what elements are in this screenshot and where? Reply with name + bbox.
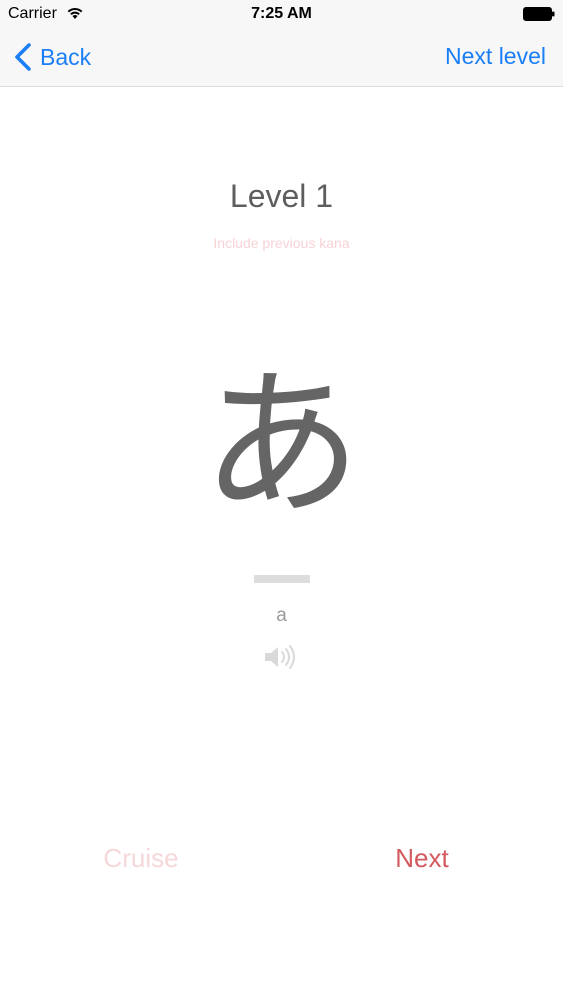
speaker-icon[interactable] (263, 644, 301, 670)
navigation-bar: Back Next level (0, 28, 563, 87)
level-title: Level 1 (229, 178, 334, 214)
battery-icon (523, 7, 555, 21)
back-button[interactable]: Back (14, 40, 91, 74)
next-button[interactable]: Next (380, 843, 464, 874)
kana-character: あ (201, 351, 362, 538)
status-bar: Carrier 7:25 AM (0, 0, 563, 28)
next-level-button[interactable]: Next level (445, 43, 546, 70)
chevron-left-icon (15, 43, 31, 71)
include-previous-kana-toggle[interactable]: Include previous kana (0, 235, 563, 251)
back-label: Back (40, 43, 92, 70)
cruise-button[interactable]: Cruise (100, 843, 182, 874)
romaji-label: a (276, 605, 287, 626)
answer-divider (254, 575, 310, 583)
status-time: 7:25 AM (251, 5, 312, 22)
